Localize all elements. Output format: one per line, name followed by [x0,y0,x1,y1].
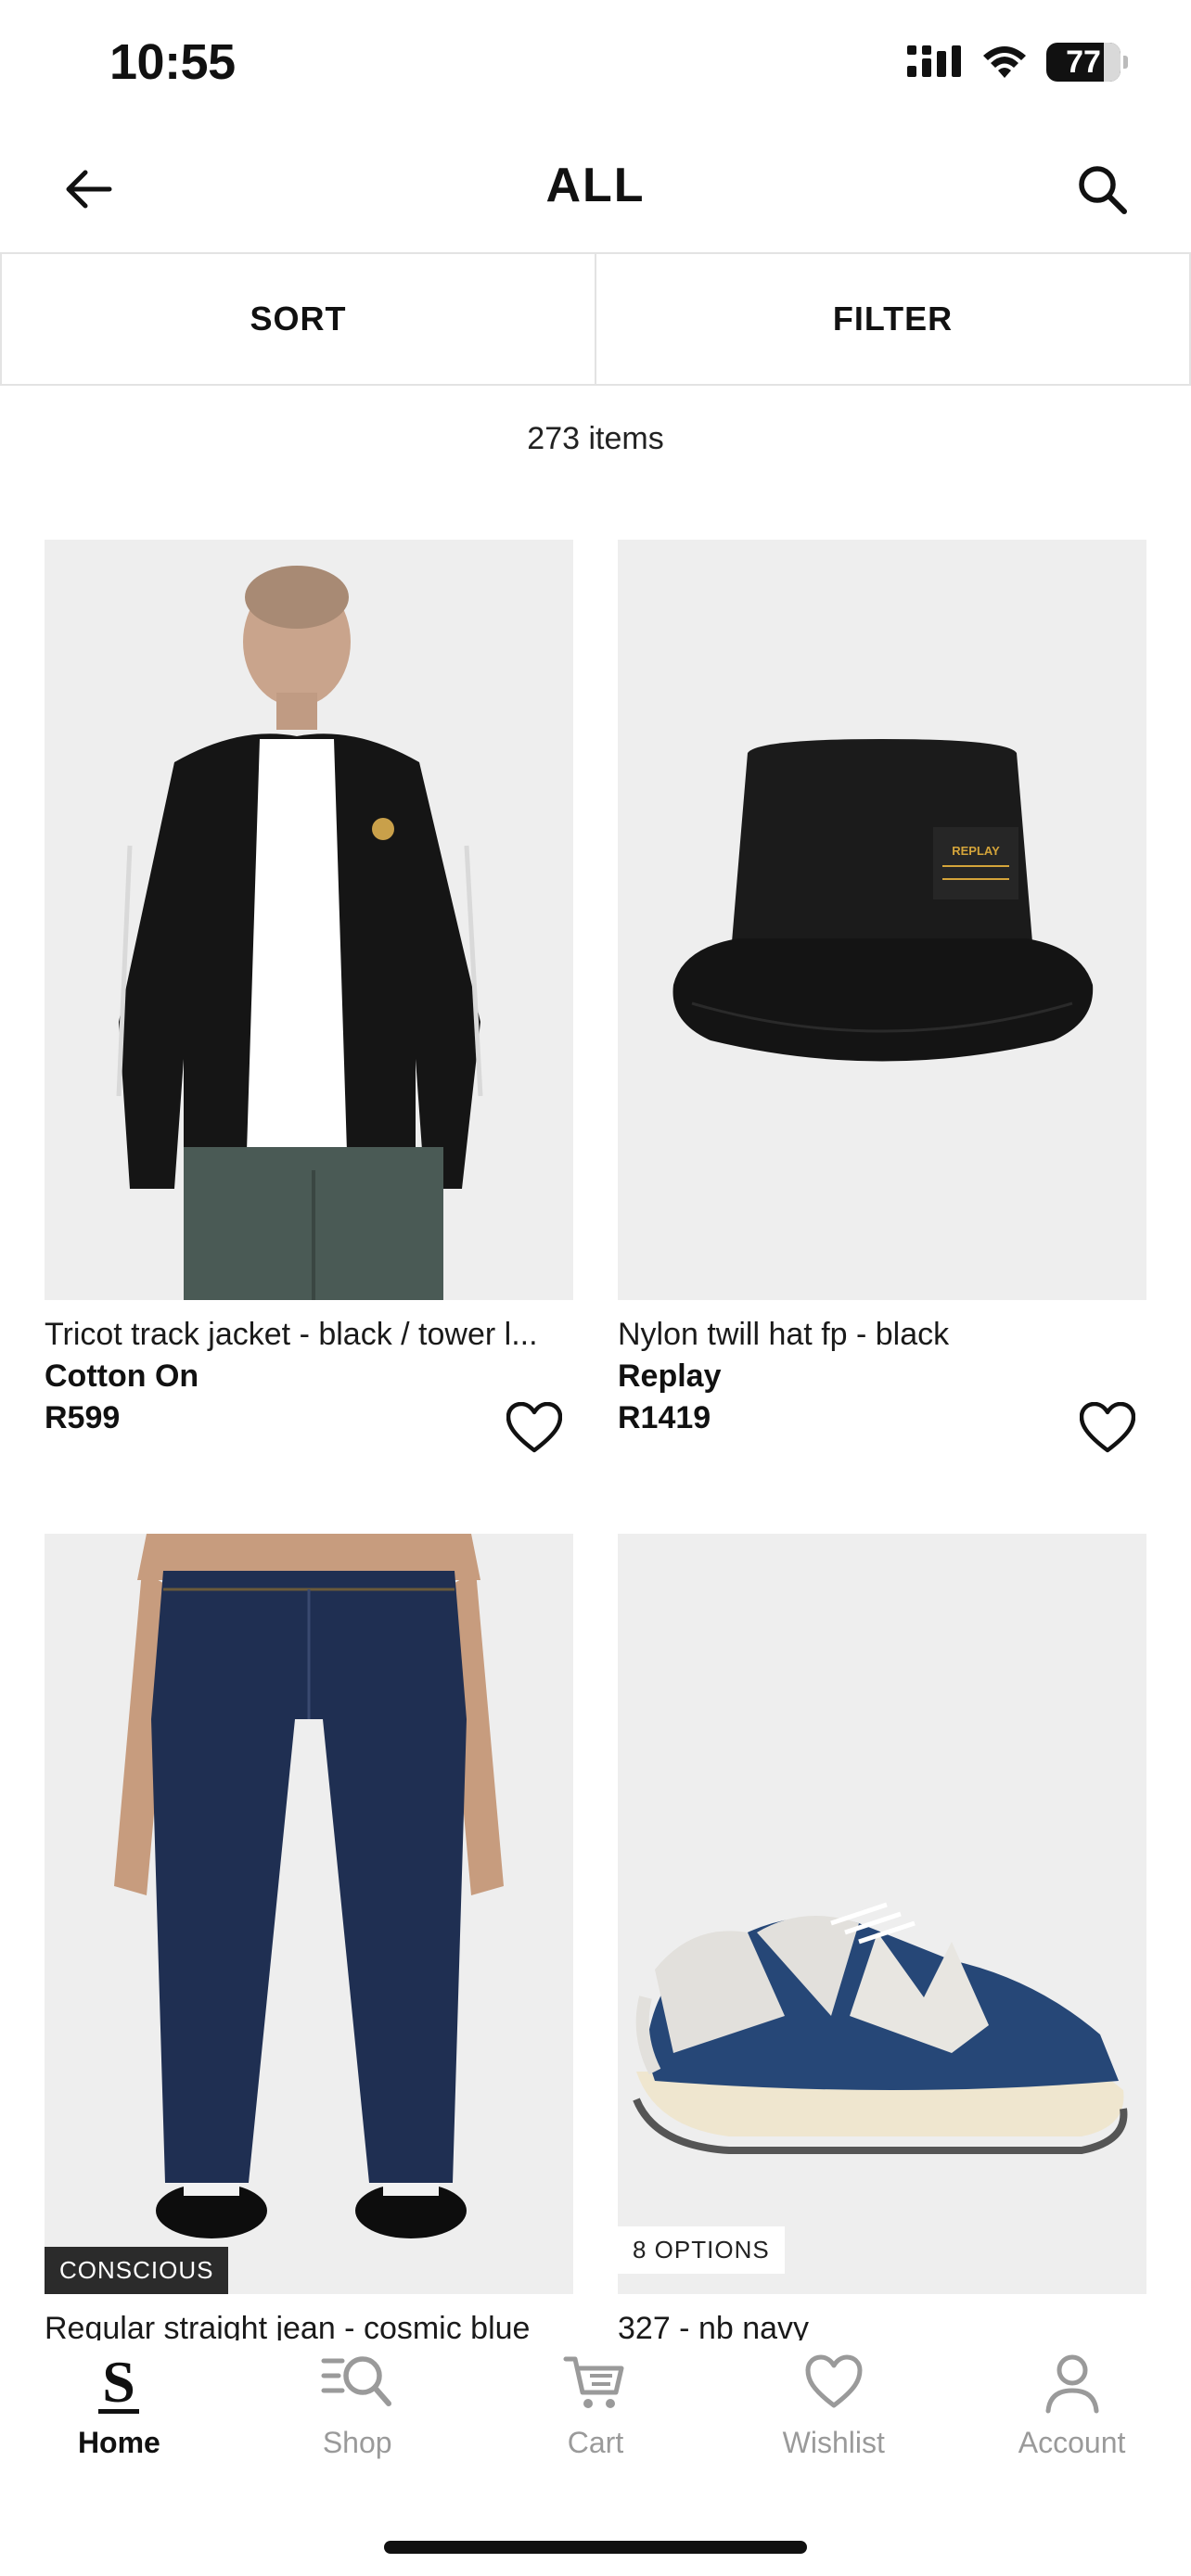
nav-label: Cart [567,2426,624,2459]
product-card[interactable]: REPLAY Nylon twill hat fp - black Replay… [618,540,1146,1453]
home-s-icon: S [98,2350,140,2415]
search-icon[interactable] [1074,161,1130,217]
product-card[interactable]: 8 OPTIONS 327 - nb navy [618,1534,1146,2347]
cart-icon [563,2356,624,2408]
status-time: 10:55 [109,34,236,90]
product-badge: CONSCIOUS [45,2247,229,2294]
heart-icon [805,2354,863,2408]
results-count: 273 items [527,421,664,456]
product-image[interactable] [45,540,573,1300]
product-price: R1419 [618,1400,711,1435]
nav-wishlist[interactable]: Wishlist [714,2340,953,2498]
product-card[interactable]: Tricot track jacket - black / tower l...… [45,540,573,1453]
signal-icon [907,45,961,77]
home-indicator [384,2541,807,2554]
hat-label-text: REPLAY [952,844,1000,858]
product-brand: Cotton On [45,1358,199,1394]
account-icon [1045,2354,1099,2414]
product-badge: 8 OPTIONS [618,2226,785,2274]
product-name[interactable]: Nylon twill hat fp - black [618,1317,1146,1353]
product-brand: Replay [618,1358,722,1394]
sort-filter-bar: SORT FILTER [0,252,1191,386]
nav-label: Home [77,2426,160,2459]
wishlist-heart-icon[interactable] [1080,1402,1135,1454]
wishlist-heart-icon[interactable] [506,1402,562,1454]
battery-icon: 77 [1046,43,1128,82]
page-title: ALL [545,159,646,212]
nav-label: Account [1018,2426,1126,2459]
nav-shop[interactable]: Shop [238,2340,477,2498]
product-image[interactable]: CONSCIOUS [45,1534,573,2294]
battery-level: 77 [1066,44,1101,80]
product-image[interactable]: 8 OPTIONS [618,1534,1146,2294]
filter-button[interactable]: FILTER [595,254,1191,384]
nav-label: Shop [322,2426,392,2459]
product-image[interactable]: REPLAY [618,540,1146,1300]
svg-text:S: S [103,2350,136,2415]
nav-home[interactable]: S Home [0,2340,238,2498]
shop-search-icon [321,2356,392,2406]
nav-account[interactable]: Account [953,2340,1191,2498]
nav-label: Wishlist [782,2426,885,2459]
bottom-nav: S Home Shop Cart Wishlist Account [0,2340,1191,2498]
sort-button[interactable]: SORT [0,254,595,384]
product-card[interactable]: CONSCIOUS Regular straight jean - cosmic… [45,1534,573,2347]
product-name[interactable]: Tricot track jacket - black / tower l... [45,1317,573,1353]
wifi-icon [983,46,1026,78]
product-price: R599 [45,1400,121,1435]
nav-cart[interactable]: Cart [477,2340,715,2498]
status-icons: 77 [907,43,1128,82]
